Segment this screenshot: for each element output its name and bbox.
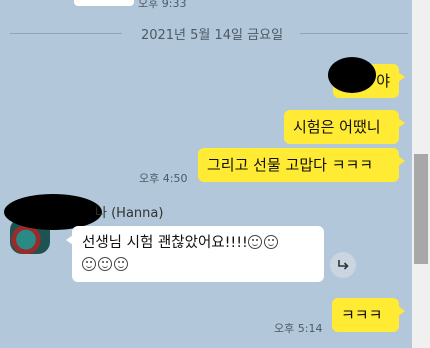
my-message-bubble[interactable]: ㅋㅋㅋ — [332, 298, 405, 332]
message-text: ㅋㅋㅋ — [341, 306, 383, 324]
other-message-bubble[interactable]: 선생님 시험 괜찮았어요!!!! — [66, 226, 324, 282]
bubble-tail — [398, 306, 405, 316]
date-divider: 2021년 5월 14일 금요일 — [140, 28, 284, 43]
message-time: 오후 4:50 — [139, 172, 188, 185]
smiley-emoji-icon — [114, 257, 128, 271]
bubble-tail — [398, 156, 405, 166]
redaction-mark — [328, 57, 376, 93]
message-time: 오후 5:14 — [274, 322, 323, 335]
previous-message-bubble — [74, 0, 134, 6]
my-message-bubble[interactable]: 시험은 어땠니 — [284, 110, 405, 144]
message-text: 야 — [376, 72, 390, 90]
smiley-emoji-icon — [247, 235, 262, 249]
sender-name: 나 (Hanna) — [95, 206, 164, 221]
message-text: 시험은 어땠니 — [293, 118, 381, 136]
divider-line — [300, 33, 408, 34]
divider-line — [10, 33, 122, 34]
share-icon — [338, 260, 349, 270]
bubble-tail — [66, 235, 73, 245]
message-text: 그리고 선물 고맙다 ㅋㅋㅋ — [207, 156, 374, 174]
redaction-mark — [4, 194, 102, 230]
share-button[interactable] — [330, 252, 356, 278]
smiley-emoji-icon — [98, 257, 112, 271]
bubble-tail — [398, 118, 405, 128]
my-message-bubble[interactable]: 그리고 선물 고맙다 ㅋㅋㅋ — [198, 148, 405, 182]
smiley-emoji-icon — [82, 257, 96, 271]
scrollbar-thumb[interactable] — [414, 154, 428, 264]
message-text: 선생님 시험 괜찮았어요!!!! — [82, 235, 248, 251]
message-time: 오후 9:33 — [138, 0, 187, 10]
smiley-emoji-icon — [263, 235, 278, 249]
bubble-tail — [398, 72, 405, 82]
